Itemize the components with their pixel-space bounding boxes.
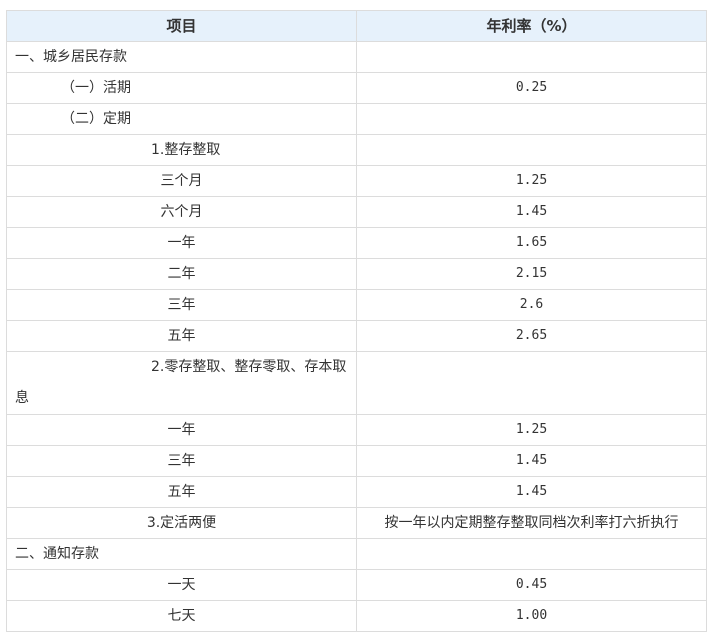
row-item-label: 三年 — [6, 445, 357, 477]
row-rate-value: 1.25 — [356, 414, 707, 446]
row-item-label: 七天 — [6, 600, 357, 632]
row-rate-value — [356, 351, 707, 415]
row-item-label: 三年 — [6, 289, 357, 321]
row-item-label: 3.定活两便 — [6, 507, 357, 539]
row-rate-value: 2.65 — [356, 320, 707, 352]
row-item-label: 六个月 — [6, 196, 357, 228]
row-rate-value: 1.25 — [356, 165, 707, 197]
deposit-rate-table: 项目 年利率（%） 一、城乡居民存款 （一）活期 0.25 （二）定期 1.整存整取 三个… — [6, 10, 707, 632]
row-item-label: 一天 — [6, 569, 357, 601]
row-rate-value: 1.65 — [356, 227, 707, 259]
row-item-label: 三个月 — [6, 165, 357, 197]
header-rate: 年利率（%） — [356, 10, 707, 42]
table-row: 3.定活两便 按一年以内定期整存整取同档次利率打六折执行 — [6, 507, 707, 539]
row-item-label: 五年 — [6, 476, 357, 508]
row-rate-value: 1.45 — [356, 476, 707, 508]
table-row: （二）定期 — [6, 103, 707, 135]
row-rate-value: 1.45 — [356, 196, 707, 228]
table-row: 一、城乡居民存款 — [6, 41, 707, 73]
row-item-label: 一、城乡居民存款 — [6, 41, 357, 73]
row-rate-value — [356, 41, 707, 73]
row-item-label: 二、通知存款 — [6, 538, 357, 570]
table-row: 一年 1.25 — [6, 414, 707, 446]
row-rate-value: 2.15 — [356, 258, 707, 290]
table-row: 五年 2.65 — [6, 320, 707, 352]
row-item-label: （二）定期 — [6, 103, 357, 135]
row-rate-value — [356, 103, 707, 135]
table-row: 一天 0.45 — [6, 569, 707, 601]
row-item-label: 二年 — [6, 258, 357, 290]
row-rate-value: 0.45 — [356, 569, 707, 601]
table-row: 五年 1.45 — [6, 476, 707, 508]
table-row: （一）活期 0.25 — [6, 72, 707, 104]
table-row: 2.零存整取、整存零取、存本取息 — [6, 351, 707, 415]
table-header-row: 项目 年利率（%） — [6, 10, 707, 42]
row-item-label: 一年 — [6, 414, 357, 446]
header-item: 项目 — [6, 10, 357, 42]
table-row: 二、通知存款 — [6, 538, 707, 570]
row-rate-value: 按一年以内定期整存整取同档次利率打六折执行 — [356, 507, 707, 539]
table-row: 六个月 1.45 — [6, 196, 707, 228]
row-item-label: 五年 — [6, 320, 357, 352]
table-row: 三年 1.45 — [6, 445, 707, 477]
table-row: 一年 1.65 — [6, 227, 707, 259]
table-row: 1.整存整取 — [6, 134, 707, 166]
table-row: 二年 2.15 — [6, 258, 707, 290]
row-item-label: 1.整存整取 — [6, 134, 357, 166]
row-rate-value — [356, 134, 707, 166]
row-rate-value: 0.25 — [356, 72, 707, 104]
table-row: 七天 1.00 — [6, 600, 707, 632]
row-item-label: （一）活期 — [6, 72, 357, 104]
table-row: 三年 2.6 — [6, 289, 707, 321]
row-item-label: 一年 — [6, 227, 357, 259]
table-row: 三个月 1.25 — [6, 165, 707, 197]
row-rate-value: 2.6 — [356, 289, 707, 321]
row-rate-value — [356, 538, 707, 570]
row-item-label: 2.零存整取、整存零取、存本取息 — [6, 351, 357, 415]
row-rate-value: 1.45 — [356, 445, 707, 477]
row-rate-value: 1.00 — [356, 600, 707, 632]
